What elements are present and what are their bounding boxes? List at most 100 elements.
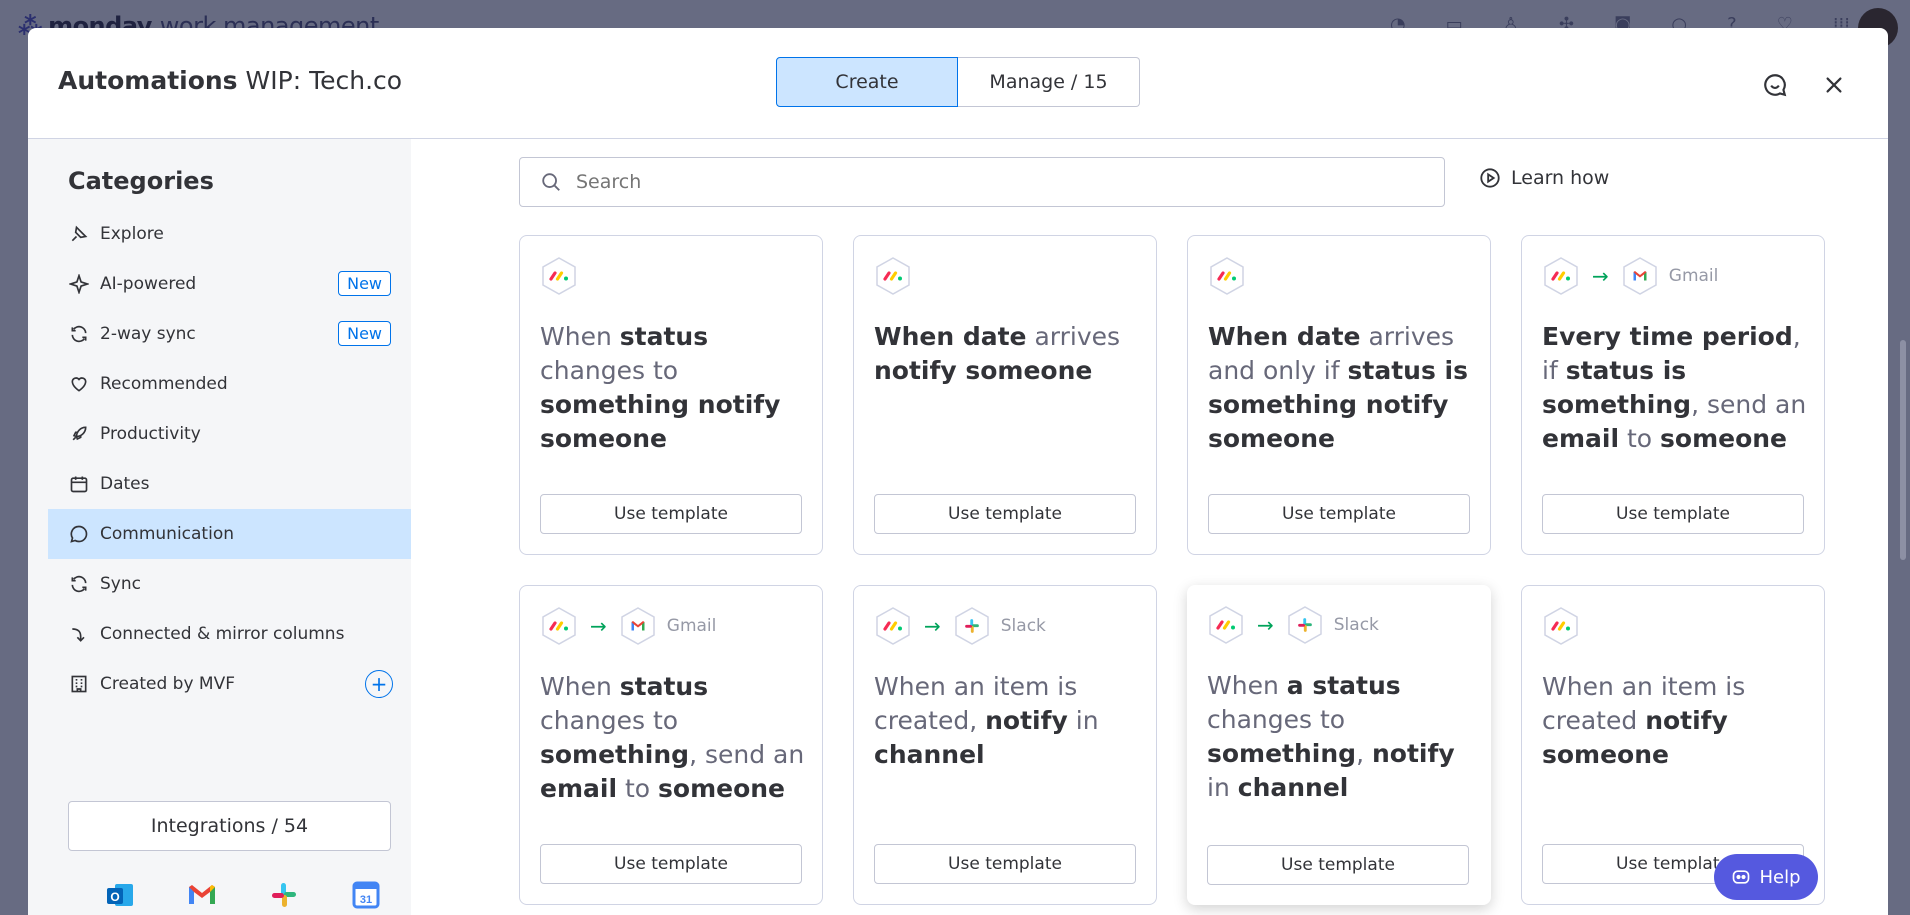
card-text-part: changes to <box>540 706 679 735</box>
help-button[interactable]: Help <box>1714 854 1818 900</box>
use-template-button[interactable]: Use template <box>874 494 1136 534</box>
card-text-part: email <box>540 774 618 803</box>
card-app-icons <box>540 256 578 296</box>
modal-header: Automations WIP: Tech.co Create Manage /… <box>28 28 1888 139</box>
card-text-part: When <box>540 672 620 701</box>
slack-logo-icon <box>953 606 991 646</box>
sidebar-item-label: Explore <box>100 224 164 244</box>
card-text-part: changes to <box>540 356 679 385</box>
new-badge: New <box>338 271 391 296</box>
google-calendar-icon[interactable]: 31 <box>348 877 384 913</box>
monday-logo-icon <box>1542 256 1580 296</box>
card-description: Every time period, if status is somethin… <box>1542 320 1812 456</box>
sidebar-item-connected-mirror[interactable]: Connected & mirror columns <box>48 609 411 659</box>
card-text-part: , send an <box>1691 390 1807 419</box>
tab-switcher: Create Manage / 15 <box>776 57 1140 107</box>
card-text-part: Every time period <box>1542 322 1793 351</box>
search-box[interactable] <box>519 157 1445 207</box>
feedback-button[interactable] <box>1760 70 1790 100</box>
close-button[interactable] <box>1819 70 1849 100</box>
card-text-part: status <box>619 672 709 701</box>
use-template-button[interactable]: Use template <box>874 844 1136 884</box>
close-icon <box>1826 77 1842 93</box>
sidebar-item-2-way-sync[interactable]: 2-way sync New <box>48 309 411 359</box>
card-text-part: When <box>1207 671 1287 700</box>
integration-logos: O 31 <box>102 877 384 913</box>
card-text-part: something notify someone <box>540 390 781 453</box>
slack-icon[interactable] <box>266 877 302 913</box>
add-category-button[interactable]: + <box>365 670 393 698</box>
tab-manage[interactable]: Manage / 15 <box>958 57 1140 107</box>
sidebar-item-label: 2-way sync <box>100 324 196 344</box>
monday-logo-icon <box>1208 256 1246 296</box>
template-card[interactable]: When date arrives notify someone Use temp… <box>853 235 1157 555</box>
sidebar-item-label: Recommended <box>100 374 228 394</box>
explore-icon <box>68 223 90 245</box>
search-icon <box>542 173 560 191</box>
app-name-label: Slack <box>1333 615 1379 635</box>
svg-text:31: 31 <box>360 894 372 906</box>
categories-list: Explore AI-powered New 2-way sync New Re… <box>48 209 411 709</box>
search-input[interactable] <box>574 170 1378 194</box>
sync-icon <box>68 573 90 595</box>
template-card[interactable]: → Slack When a status changes to something… <box>1187 585 1491 905</box>
card-text-part: channel <box>874 740 985 769</box>
card-text-part: channel <box>1237 773 1349 802</box>
categories-sidebar: Categories Explore AI-powered New 2-way … <box>28 139 411 915</box>
card-text-part: status <box>619 322 709 351</box>
sidebar-item-label: Sync <box>100 574 141 594</box>
sidebar-item-dates[interactable]: Dates <box>48 459 411 509</box>
app-name-label: Slack <box>1000 616 1046 636</box>
rocket-icon <box>68 423 90 445</box>
use-template-button[interactable]: Use template <box>540 494 802 534</box>
use-template-button[interactable]: Use template <box>1542 494 1804 534</box>
card-text-part: someone <box>658 774 786 803</box>
sidebar-item-explore[interactable]: Explore <box>48 209 411 259</box>
template-card[interactable]: → Slack When an item is created, notify in… <box>853 585 1157 905</box>
tab-create[interactable]: Create <box>776 57 958 107</box>
sidebar-item-label: Productivity <box>100 424 201 444</box>
sidebar-item-productivity[interactable]: Productivity <box>48 409 411 459</box>
card-text-part: in <box>1207 773 1238 802</box>
monday-logo-icon <box>1542 606 1580 646</box>
card-text-part: something <box>540 740 690 769</box>
sidebar-item-recommended[interactable]: Recommended <box>48 359 411 409</box>
learn-how-link[interactable]: Learn how <box>1479 167 1609 189</box>
card-text-part: arrives <box>1026 322 1121 351</box>
sidebar-item-label: Connected & mirror columns <box>100 624 345 644</box>
template-card[interactable]: When date arrives and only if status is … <box>1187 235 1491 555</box>
card-description: When an item is created notify someone <box>1542 670 1812 772</box>
template-card[interactable]: → Gmail Every time period, if status is so… <box>1521 235 1825 555</box>
gmail-icon[interactable] <box>184 877 220 913</box>
monday-logo-icon <box>540 256 578 296</box>
card-text-part: When <box>540 322 620 351</box>
card-description: When status changes to something notify … <box>540 320 810 456</box>
sparkle-icon <box>68 273 90 295</box>
sidebar-item-label: Communication <box>100 524 234 544</box>
card-text-part: , <box>1356 739 1372 768</box>
template-card[interactable]: → Gmail When status changes to something, … <box>519 585 823 905</box>
card-description: When date arrives and only if status is … <box>1208 320 1478 456</box>
arrow-right-icon: → <box>1257 613 1274 637</box>
integrations-button[interactable]: Integrations / 54 <box>68 801 391 851</box>
use-template-button[interactable]: Use template <box>1208 494 1470 534</box>
sidebar-item-created-by-mvf[interactable]: Created by MVF + <box>48 659 411 709</box>
card-text-part: to <box>1619 424 1661 453</box>
template-card[interactable]: When status changes to something notify … <box>519 235 823 555</box>
connect-icon <box>68 623 90 645</box>
help-label: Help <box>1759 866 1801 888</box>
card-text-part: changes to <box>1207 705 1346 734</box>
use-template-button[interactable]: Use template <box>540 844 802 884</box>
card-app-icons: → Gmail <box>540 606 716 646</box>
help-bot-icon <box>1733 870 1750 884</box>
card-text-part: When date <box>874 322 1027 351</box>
outlook-icon[interactable]: O <box>102 877 138 913</box>
categories-title: Categories <box>68 167 214 195</box>
sidebar-item-label: Created by MVF <box>100 674 236 694</box>
card-text-part: notify <box>1371 739 1455 768</box>
use-template-button[interactable]: Use template <box>1207 845 1469 885</box>
card-app-icons <box>874 256 912 296</box>
sidebar-item-ai-powered[interactable]: AI-powered New <box>48 259 411 309</box>
sidebar-item-sync[interactable]: Sync <box>48 559 411 609</box>
sidebar-item-communication[interactable]: Communication <box>48 509 411 559</box>
